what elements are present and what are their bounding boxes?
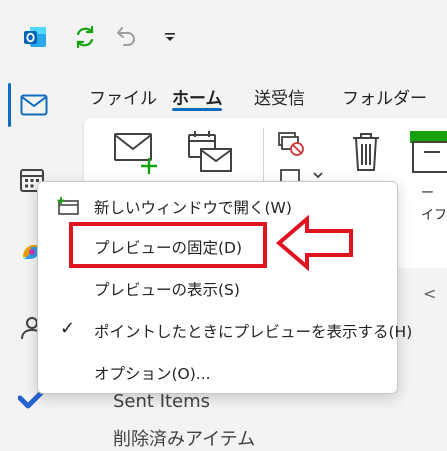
left-arrow-icon bbox=[275, 215, 353, 271]
undo-icon[interactable] bbox=[112, 22, 142, 52]
ribbon-label-fragment: ー bbox=[421, 186, 435, 201]
context-menu: 新しいウィンドウで開く(W) プレビューの固定(D) プレビューの表示(S) ✓… bbox=[37, 181, 412, 394]
tab-folder[interactable]: フォルダー bbox=[342, 84, 427, 109]
tab-file[interactable]: ファイル bbox=[89, 84, 157, 109]
new-window-icon bbox=[56, 196, 80, 216]
ribbon-separator bbox=[263, 128, 264, 188]
folder-deleted-items[interactable]: 削除済みアイテム bbox=[113, 425, 255, 451]
ignore-icon[interactable] bbox=[274, 128, 308, 160]
menu-item-label: プレビューの表示(S) bbox=[94, 281, 240, 299]
chevron-down-icon[interactable] bbox=[155, 22, 185, 52]
delete-icon[interactable] bbox=[346, 128, 386, 176]
menu-item-hover-preview[interactable]: ✓ ポイントしたときにプレビューを表示する(H) bbox=[38, 310, 412, 350]
active-tab-indicator bbox=[172, 108, 222, 111]
menu-item-show-preview[interactable]: プレビューの表示(S) bbox=[38, 268, 397, 308]
highlight-box bbox=[69, 222, 267, 268]
menu-item-label: オプション(O)... bbox=[94, 365, 211, 383]
new-items-icon[interactable] bbox=[182, 126, 238, 178]
ribbon-tabs: ファイル ホーム 送受信 フォルダー bbox=[70, 78, 447, 118]
archive-icon[interactable] bbox=[408, 130, 447, 174]
menu-item-label: ポイントしたときにプレビューを表示する(H) bbox=[94, 323, 413, 341]
title-bar bbox=[0, 0, 447, 72]
outlook-logo-icon[interactable] bbox=[20, 22, 50, 52]
mail-icon[interactable] bbox=[8, 83, 60, 127]
tab-send-receive[interactable]: 送受信 bbox=[254, 84, 305, 109]
new-mail-icon[interactable] bbox=[108, 128, 164, 178]
tab-home[interactable]: ホーム bbox=[172, 84, 223, 109]
sync-icon[interactable] bbox=[70, 22, 100, 52]
collapse-chevron-icon[interactable]: < bbox=[423, 284, 436, 303]
folder-sent-items[interactable]: Sent Items bbox=[113, 391, 210, 412]
checkmark-icon: ✓ bbox=[60, 318, 76, 339]
menu-item-label: 新しいウィンドウで開く(W) bbox=[94, 199, 292, 217]
ribbon-label-fragment-2: イフ bbox=[421, 208, 447, 223]
menu-item-options[interactable]: オプション(O)... bbox=[38, 352, 397, 392]
